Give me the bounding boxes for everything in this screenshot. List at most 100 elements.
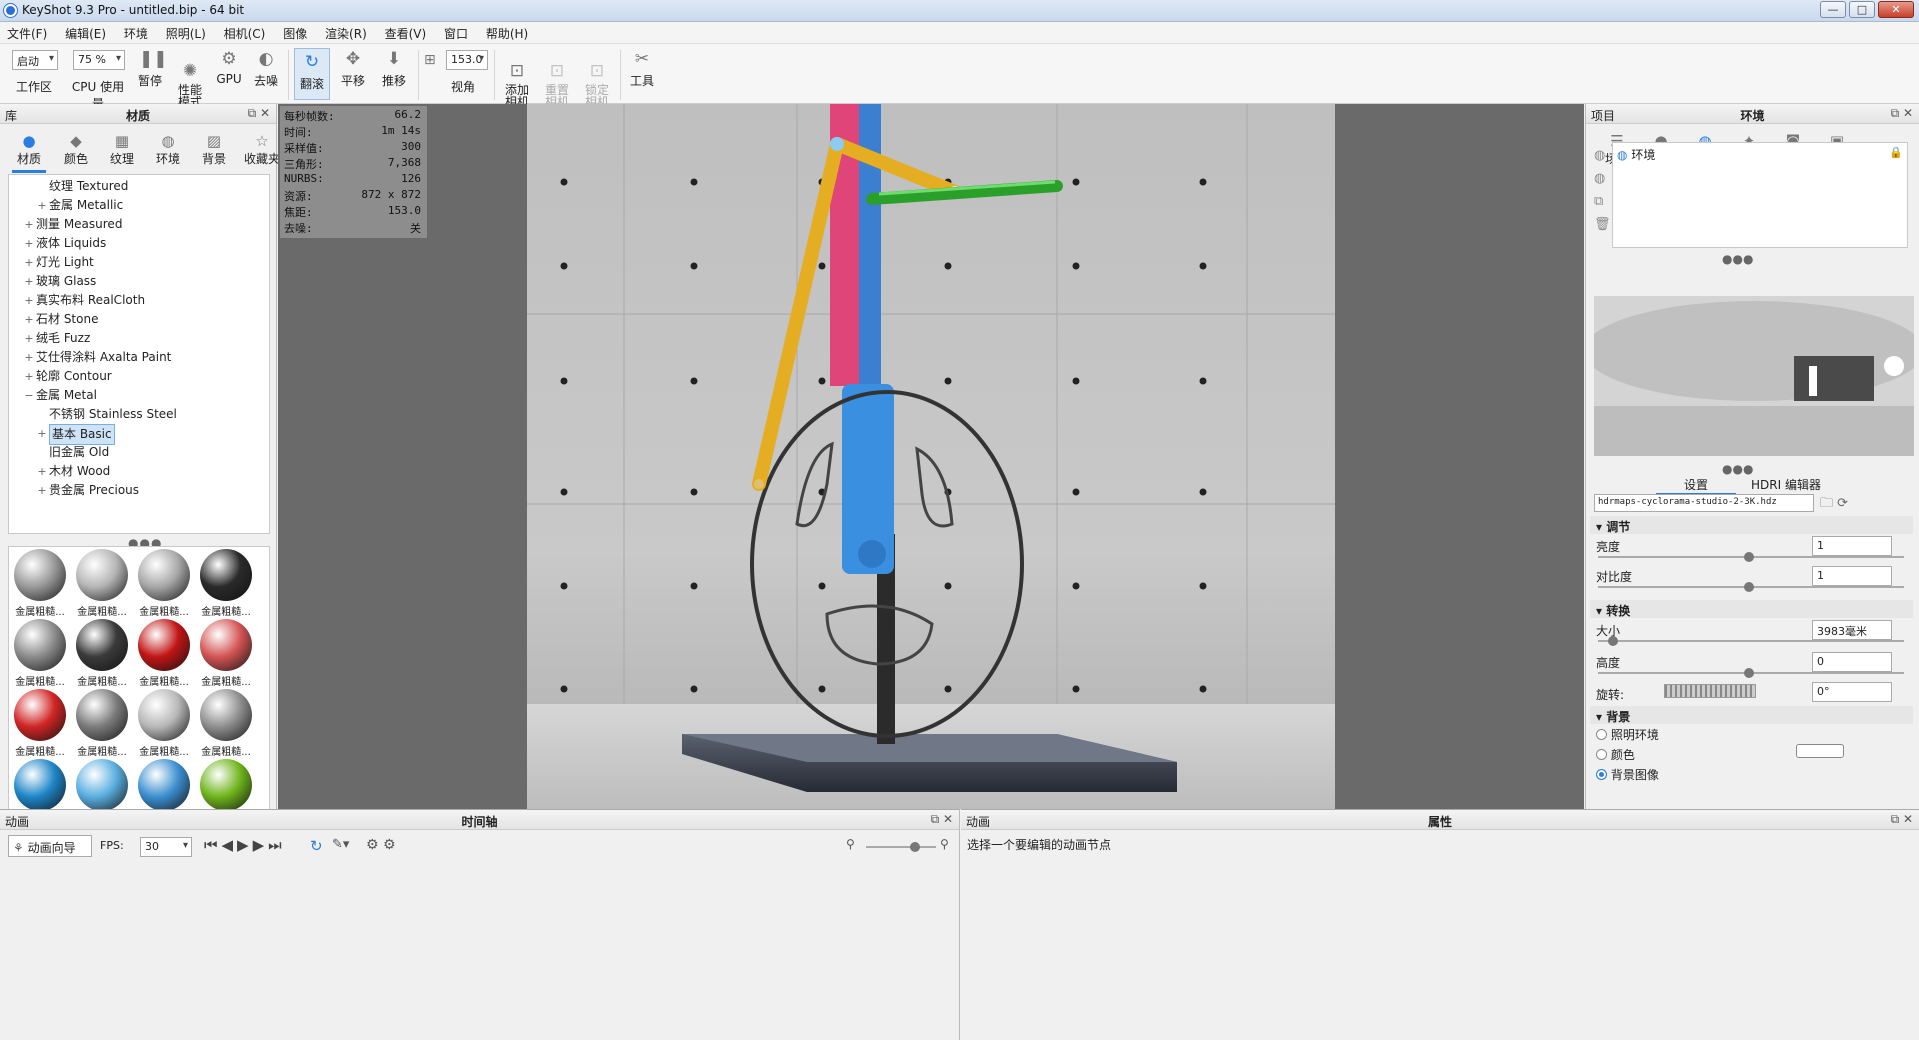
material-thumbnail[interactable]: 金属粗糙... [71,619,133,688]
pause-button[interactable]: ❚❚ 暂停 [134,48,168,89]
radio-unchecked[interactable] [1596,749,1607,760]
material-thumbnail[interactable]: 金属粗糙... [9,549,71,618]
slider-knob[interactable] [1608,636,1618,646]
tree-item[interactable]: + 木材 Wood [9,462,269,481]
playback-controls[interactable]: ⏮◀▶▶⏭ [204,836,286,854]
tree-item[interactable]: + 灯光 Light [9,253,269,272]
expand-icon[interactable]: + [24,253,34,272]
panel-float-close-icons[interactable]: ⧉ ✕ [1891,812,1913,827]
dolly-button[interactable]: ⬇ 推移 [376,48,412,89]
open-folder-icon[interactable]: 🗀 ⟳ [1820,494,1848,516]
add-camera-button[interactable]: ⊡ 添加 相机 [500,48,534,108]
tree-item[interactable]: + 真实布料 RealCloth [9,291,269,310]
expand-icon[interactable]: + [37,424,47,443]
contrast-input[interactable]: 1 [1812,566,1892,586]
expand-icon[interactable]: + [24,329,34,348]
subtab-settings[interactable]: 设置 [1656,476,1736,495]
cpu-usage-select[interactable]: 75 % [73,50,125,70]
bg-option-backplate[interactable]: 背景图像 [1596,766,1659,783]
fov-input[interactable]: 153.0 [446,50,488,70]
splitter-handle[interactable]: ●●● [1722,462,1753,476]
panel-float-close-icons[interactable]: ⧉ ✕ [931,812,953,827]
material-thumbnail[interactable]: 金属粗糙... [9,619,71,688]
expand-icon[interactable]: + [24,310,34,329]
workspace-select[interactable]: 启动 [12,50,58,70]
environment-action-icons[interactable]: ◍ ◍ ⧉ 🗑 [1594,144,1611,236]
panel-float-close-icons[interactable]: ⧉ ✕ [248,106,270,121]
tab-colors[interactable]: ◆ 颜色 [55,132,97,167]
bg-option-color[interactable]: 颜色 [1596,746,1635,763]
expand-icon[interactable]: + [24,215,34,234]
menu-camera[interactable]: 相机(C) [217,22,273,42]
material-thumbnail[interactable]: 金属粗糙... [133,619,195,688]
brightness-slider[interactable] [1598,552,1904,562]
tree-item[interactable]: + 绒毛 Fuzz [9,329,269,348]
expand-icon[interactable]: + [24,234,34,253]
lock-camera-button[interactable]: ⊡ 锁定 相机 [580,48,614,108]
menu-render[interactable]: 渲染(R) [318,22,374,42]
material-thumbnail[interactable]: 金属粗糙... [71,689,133,758]
pan-button[interactable]: ✥ 平移 [336,48,370,89]
reset-camera-button[interactable]: ⊡ 重置 相机 [540,48,574,108]
environment-list-item[interactable]: ◍ 环境 [1617,146,1655,163]
material-thumbnail[interactable]: 金属粗糙... [195,689,257,758]
menu-help[interactable]: 帮助(H) [479,22,535,42]
tab-environments[interactable]: ◍ 环境 [147,132,189,167]
tab-textures[interactable]: ▦ 纹理 [101,132,143,167]
render-scene[interactable] [527,104,1335,809]
menu-lighting[interactable]: 照明(L) [159,22,213,42]
height-input[interactable]: 0 [1812,652,1892,672]
menu-file[interactable]: 文件(F) [0,22,54,42]
slider-knob[interactable] [910,842,920,852]
tab-materials[interactable]: ● 材质 [8,132,50,173]
hdri-file-input[interactable]: hdrmaps-cyclorama-studio-2-3K.hdz [1594,494,1814,512]
section-adjust[interactable]: ▾ 调节 [1590,516,1913,534]
expand-icon[interactable]: − [24,386,34,405]
panel-float-close-icons[interactable]: ⧉ ✕ [1891,106,1913,121]
size-input[interactable]: 3983毫米 [1812,620,1892,640]
bg-color-swatch[interactable] [1796,744,1844,758]
material-thumbnail[interactable]: 金属粗糙... [9,689,71,758]
menu-view[interactable]: 查看(V) [378,22,434,42]
zoom-in-icon[interactable]: ⚲ [940,837,949,851]
tree-item[interactable]: + 石材 Stone [9,310,269,329]
menu-image[interactable]: 图像 [276,22,314,42]
tree-item[interactable]: + 艾仕得涂料 Axalta Paint [9,348,269,367]
expand-icon[interactable]: + [24,348,34,367]
settings-gear-icon[interactable]: ⚙ ⚙ [366,837,396,853]
slider-knob[interactable] [1744,668,1754,678]
gpu-button[interactable]: ⚙ GPU [214,48,244,86]
loop-icon[interactable]: ↻ [310,837,323,855]
expand-icon[interactable]: + [37,462,47,481]
radio-unchecked[interactable] [1596,729,1607,740]
expand-icon[interactable]: + [24,291,34,310]
tree-item[interactable]: + 基本 Basic [9,424,269,445]
tree-item[interactable]: + 贵金属 Precious [9,481,269,500]
menu-edit[interactable]: 编辑(E) [58,22,113,42]
tools-button[interactable]: ✂ 工具 [626,48,658,89]
expand-icon[interactable]: + [37,481,47,500]
slider-knob[interactable] [1744,552,1754,562]
tree-item[interactable]: 旧金属 Old [9,443,269,462]
tree-item[interactable]: 不锈钢 Stainless Steel [9,405,269,424]
animation-wizard-button[interactable]: ⚘ 动画向导 [8,835,92,857]
splitter-handle[interactable]: ●●● [1722,252,1753,266]
maximize-button[interactable]: □ [1849,1,1875,18]
tree-item[interactable]: + 测量 Measured [9,215,269,234]
minimize-button[interactable]: — [1820,1,1846,18]
bg-option-lighting-env[interactable]: 照明环境 [1596,726,1659,743]
expand-icon[interactable]: + [24,272,34,291]
menu-window[interactable]: 窗口 [437,22,475,42]
rotation-input[interactable]: 0° [1812,682,1892,702]
zoom-out-icon[interactable]: ⚲ [846,837,855,851]
tree-item[interactable]: − 金属 Metal [9,386,269,405]
radio-checked[interactable] [1596,769,1607,780]
hdri-preview[interactable] [1594,296,1914,456]
brightness-input[interactable]: 1 [1812,536,1892,556]
tree-item[interactable]: + 液体 Liquids [9,234,269,253]
material-thumbnail[interactable]: 金属粗糙... [195,549,257,618]
expand-icon[interactable]: + [37,196,47,215]
close-window-button[interactable]: ✕ [1878,1,1914,18]
material-thumbnail[interactable]: 金属粗糙... [133,689,195,758]
subtab-hdri-editor[interactable]: HDRI 编辑器 [1736,476,1836,493]
